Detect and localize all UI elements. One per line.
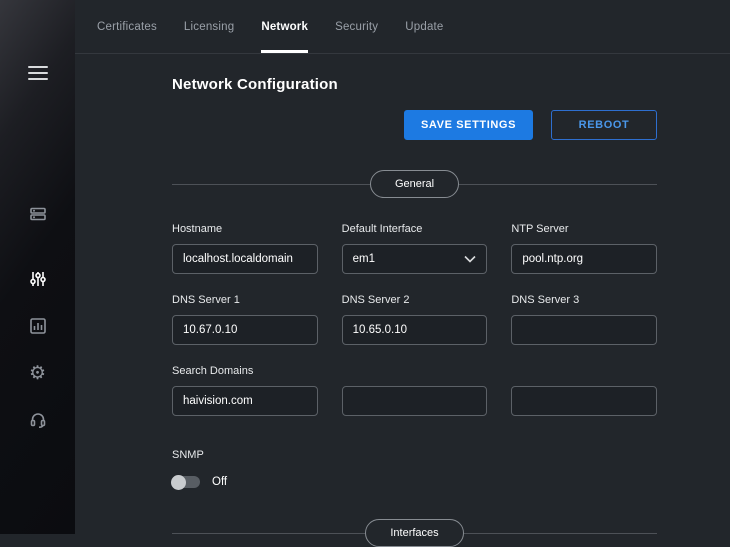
divider-line <box>172 184 370 185</box>
field-default-interface: Default Interface em1 <box>342 223 488 274</box>
tab-certificates[interactable]: Certificates <box>97 0 157 53</box>
sidebar: ⚙ <box>0 0 75 534</box>
snmp-label: SNMP <box>172 449 657 461</box>
field-search-domain-2 <box>342 365 488 416</box>
action-buttons: SAVE SETTINGS REBOOT <box>172 110 657 140</box>
chevron-down-icon <box>464 255 476 263</box>
search-domain-2-label <box>342 365 488 378</box>
snmp-state-label: Off <box>212 476 227 488</box>
search-domains-label: Search Domains <box>172 365 318 378</box>
sidebar-nav: ⚙ <box>26 202 50 432</box>
hamburger-menu-icon[interactable] <box>28 62 48 84</box>
main-area: Certificates Licensing Network Security … <box>75 0 730 534</box>
dns-server-2-input[interactable] <box>342 315 488 345</box>
tab-network[interactable]: Network <box>261 0 308 53</box>
field-hostname: Hostname <box>172 223 318 274</box>
default-interface-select[interactable]: em1 <box>342 244 488 274</box>
search-domain-2-input[interactable] <box>342 386 488 416</box>
ntp-server-input[interactable] <box>511 244 657 274</box>
field-dns-server-1: DNS Server 1 <box>172 294 318 345</box>
network-form: Hostname Default Interface em1 NTP Serve… <box>172 223 657 416</box>
save-settings-button[interactable]: SAVE SETTINGS <box>404 110 533 140</box>
dns-server-2-label: DNS Server 2 <box>342 294 488 307</box>
field-dns-server-2: DNS Server 2 <box>342 294 488 345</box>
dns-server-3-label: DNS Server 3 <box>511 294 657 307</box>
ntp-server-label: NTP Server <box>511 223 657 236</box>
select-value: em1 <box>353 253 375 265</box>
default-interface-label: Default Interface <box>342 223 488 236</box>
content: Network Configuration SAVE SETTINGS REBO… <box>75 54 657 547</box>
interfaces-section-divider: Interfaces <box>172 519 657 547</box>
gear-icon[interactable]: ⚙ <box>26 361 50 385</box>
chart-icon[interactable] <box>26 314 50 338</box>
page-title: Network Configuration <box>172 76 657 93</box>
search-domain-3-label <box>511 365 657 378</box>
tab-update[interactable]: Update <box>405 0 443 53</box>
general-section-divider: General <box>172 170 657 198</box>
dns-server-1-label: DNS Server 1 <box>172 294 318 307</box>
reboot-button[interactable]: REBOOT <box>551 110 657 140</box>
divider-line <box>172 533 365 534</box>
tab-licensing[interactable]: Licensing <box>184 0 234 53</box>
dns-server-1-input[interactable] <box>172 315 318 345</box>
hostname-label: Hostname <box>172 223 318 236</box>
support-headset-icon[interactable] <box>26 408 50 432</box>
interfaces-section-pill[interactable]: Interfaces <box>365 519 463 547</box>
field-search-domains: Search Domains <box>172 365 318 416</box>
divider-line <box>459 184 657 185</box>
hostname-input[interactable] <box>172 244 318 274</box>
snmp-toggle[interactable] <box>172 476 200 488</box>
tab-security[interactable]: Security <box>335 0 378 53</box>
field-dns-server-3: DNS Server 3 <box>511 294 657 345</box>
field-ntp-server: NTP Server <box>511 223 657 274</box>
divider-line <box>464 533 657 534</box>
snmp-toggle-knob <box>171 475 186 490</box>
server-rack-icon[interactable] <box>26 202 50 226</box>
snmp-section: SNMP Off <box>172 449 657 488</box>
search-domains-input[interactable] <box>172 386 318 416</box>
general-section-pill[interactable]: General <box>370 170 459 198</box>
search-domain-3-input[interactable] <box>511 386 657 416</box>
dns-server-3-input[interactable] <box>511 315 657 345</box>
settings-sliders-icon[interactable] <box>26 267 50 291</box>
field-search-domain-3 <box>511 365 657 416</box>
tab-bar: Certificates Licensing Network Security … <box>75 0 730 54</box>
